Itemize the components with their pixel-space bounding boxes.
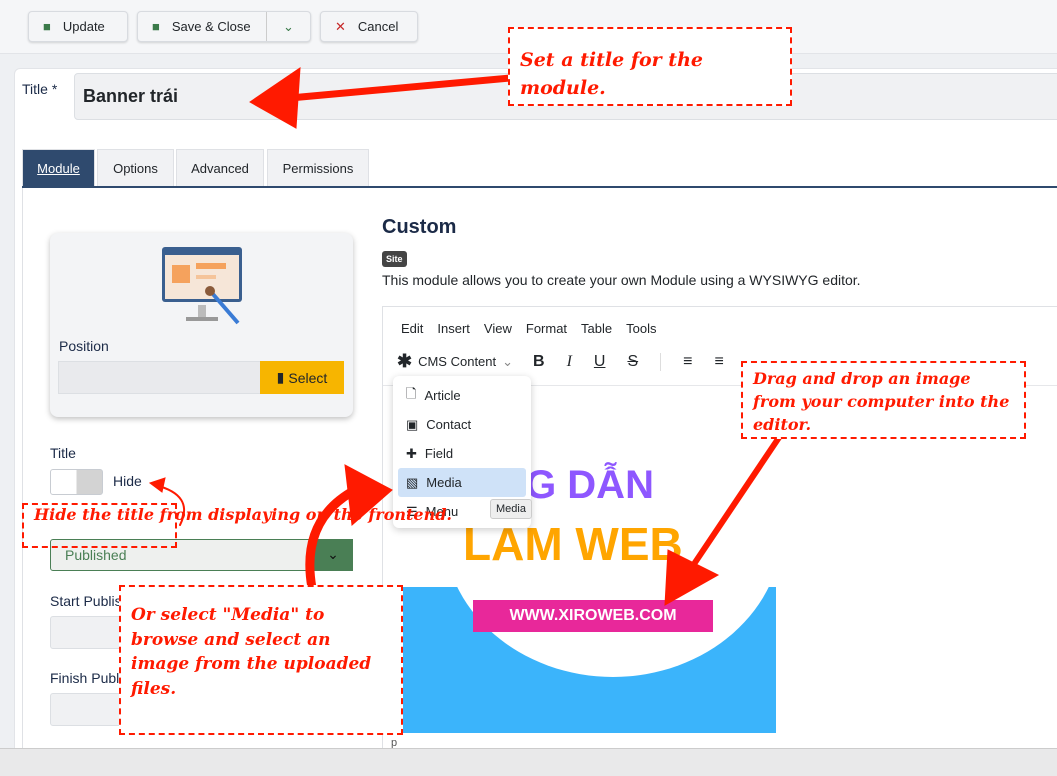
annotation-media: Or select "Media" to browse and select a… [119, 585, 403, 735]
annotation-drag-drop: Drag and drop an image from your compute… [741, 361, 1026, 439]
annotation-hide-title: Hide the title from displaying on the fr… [22, 503, 452, 548]
annotation-title: Set a title for the module. [508, 27, 792, 106]
